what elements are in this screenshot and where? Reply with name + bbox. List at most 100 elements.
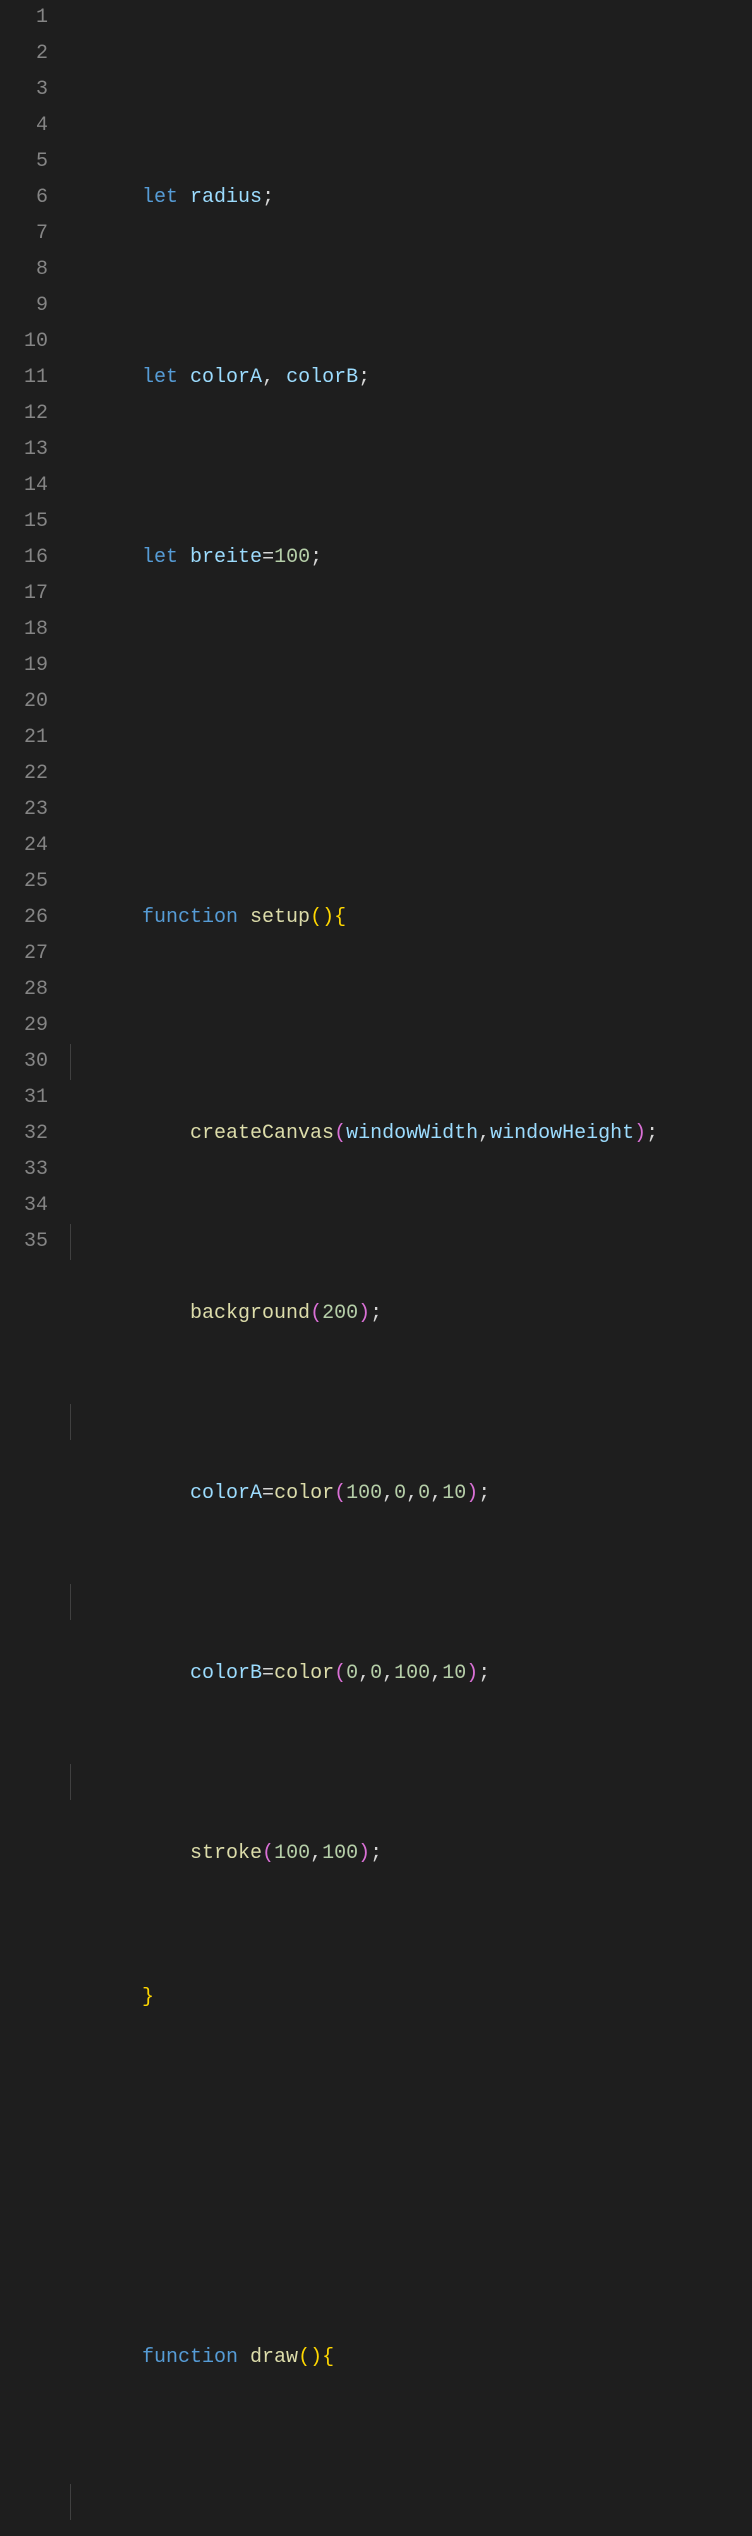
line-number: 8: [0, 252, 48, 288]
semicolon: ;: [262, 186, 274, 209]
ident-colorA: colorA: [190, 366, 262, 389]
line-number-gutter: 1234567891011121314151617181920212223242…: [0, 0, 70, 2536]
line-number: 10: [0, 324, 48, 360]
code-editor[interactable]: 1234567891011121314151617181920212223242…: [0, 0, 752, 2536]
code-area[interactable]: let radius; let colorA, colorB; let brei…: [70, 0, 752, 2536]
number: 100: [394, 1662, 430, 1685]
number: 10: [442, 1482, 466, 1505]
line-number: 24: [0, 828, 48, 864]
paren-close: ): [358, 1302, 370, 1325]
line-number: 13: [0, 432, 48, 468]
brace-open: {: [334, 906, 346, 929]
paren-close: ): [322, 906, 334, 929]
comma: ,: [478, 1122, 490, 1145]
line-number: 25: [0, 864, 48, 900]
number: 10: [442, 1662, 466, 1685]
line-number: 4: [0, 108, 48, 144]
number: 200: [322, 1302, 358, 1325]
line-number: 23: [0, 792, 48, 828]
semicolon: ;: [370, 1302, 382, 1325]
semicolon: ;: [646, 1122, 658, 1145]
ident-breite: breite: [190, 546, 262, 569]
line-number: 34: [0, 1188, 48, 1224]
line-number: 2: [0, 36, 48, 72]
line-number: 19: [0, 648, 48, 684]
paren-open: (: [334, 1122, 346, 1145]
line-number: 5: [0, 144, 48, 180]
fn-setup: setup: [250, 906, 310, 929]
line-number: 28: [0, 972, 48, 1008]
keyword-let: let: [142, 186, 178, 209]
op-assign: =: [262, 546, 274, 569]
number: 100: [274, 1842, 310, 1865]
comma: ,: [406, 1482, 418, 1505]
line-number: 15: [0, 504, 48, 540]
brace-close: }: [142, 1986, 154, 2009]
paren-open: (: [298, 2346, 310, 2369]
paren-open: (: [262, 1842, 274, 1865]
line-number: 9: [0, 288, 48, 324]
comma: ,: [382, 1662, 394, 1685]
keyword-let: let: [142, 366, 178, 389]
number: 0: [394, 1482, 406, 1505]
fn-background: background: [190, 1302, 310, 1325]
op-assign: =: [262, 1662, 274, 1685]
keyword-let: let: [142, 546, 178, 569]
op-assign: =: [262, 1482, 274, 1505]
line-number: 11: [0, 360, 48, 396]
line-number: 6: [0, 180, 48, 216]
ident-colorB: colorB: [190, 1662, 262, 1685]
line-number: 29: [0, 1008, 48, 1044]
line-number: 22: [0, 756, 48, 792]
line-number: 18: [0, 612, 48, 648]
line-number: 12: [0, 396, 48, 432]
line-number: 14: [0, 468, 48, 504]
number: 100: [274, 546, 310, 569]
paren-close: ): [466, 1662, 478, 1685]
line-number: 1: [0, 0, 48, 36]
paren-close: ): [310, 2346, 322, 2369]
comma: ,: [430, 1482, 442, 1505]
comma: ,: [262, 366, 274, 389]
paren-close: ): [634, 1122, 646, 1145]
semicolon: ;: [310, 546, 322, 569]
line-number: 7: [0, 216, 48, 252]
ident-colorA: colorA: [190, 1482, 262, 1505]
paren-open: (: [334, 1482, 346, 1505]
paren-close: ): [466, 1482, 478, 1505]
number: 100: [346, 1482, 382, 1505]
fn-color: color: [274, 1482, 334, 1505]
keyword-function: function: [142, 906, 238, 929]
number: 0: [370, 1662, 382, 1685]
paren-open: (: [310, 1302, 322, 1325]
semicolon: ;: [478, 1482, 490, 1505]
keyword-function: function: [142, 2346, 238, 2369]
fn-draw: draw: [250, 2346, 298, 2369]
ident-radius: radius: [190, 186, 262, 209]
line-number: 27: [0, 936, 48, 972]
line-number: 16: [0, 540, 48, 576]
number: 0: [346, 1662, 358, 1685]
fn-color: color: [274, 1662, 334, 1685]
line-number: 30: [0, 1044, 48, 1080]
ident-windowHeight: windowHeight: [490, 1122, 634, 1145]
number: 100: [322, 1842, 358, 1865]
paren-open: (: [334, 1662, 346, 1685]
comma: ,: [310, 1842, 322, 1865]
line-number: 20: [0, 684, 48, 720]
number: 0: [418, 1482, 430, 1505]
comma: ,: [382, 1482, 394, 1505]
paren-open: (: [310, 906, 322, 929]
brace-open: {: [322, 2346, 334, 2369]
line-number: 26: [0, 900, 48, 936]
line-number: 35: [0, 1224, 48, 1260]
line-number: 3: [0, 72, 48, 108]
fn-createCanvas: createCanvas: [190, 1122, 334, 1145]
ident-colorB: colorB: [286, 366, 358, 389]
semicolon: ;: [358, 366, 370, 389]
line-number: 21: [0, 720, 48, 756]
paren-close: ): [358, 1842, 370, 1865]
semicolon: ;: [478, 1662, 490, 1685]
line-number: 17: [0, 576, 48, 612]
comma: ,: [358, 1662, 370, 1685]
